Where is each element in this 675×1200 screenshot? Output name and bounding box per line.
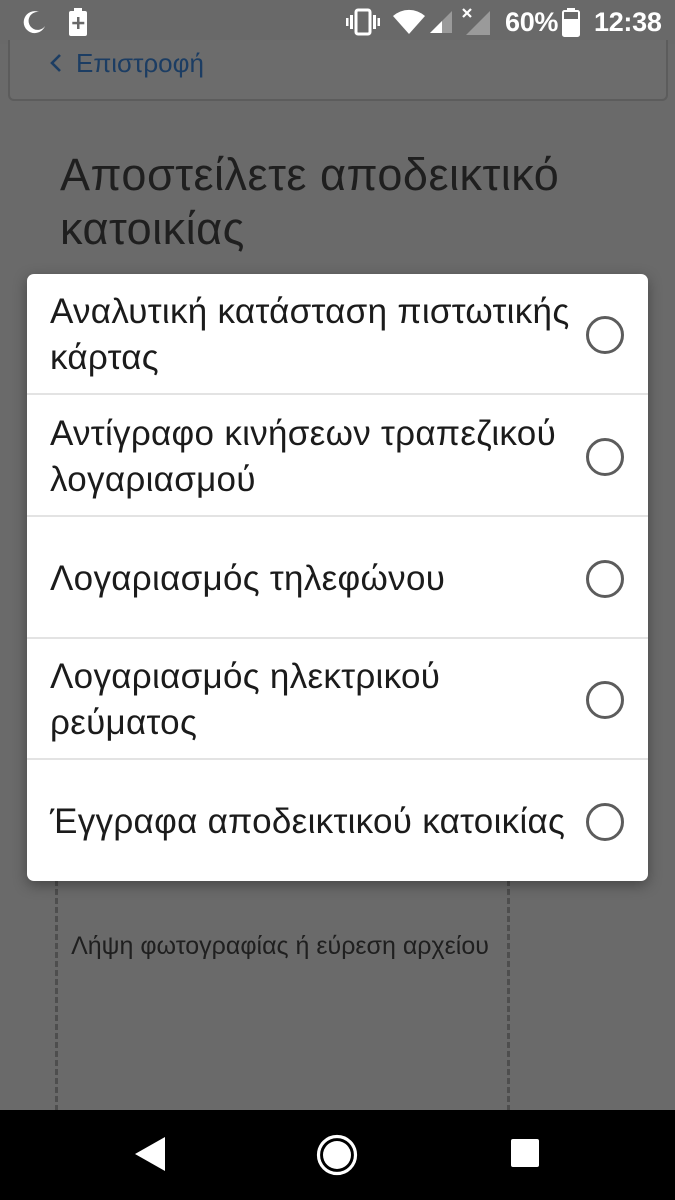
back-triangle-icon[interactable] [133, 1135, 167, 1178]
option-credit-card-statement[interactable]: Αναλυτική κατάσταση πιστωτικής κάρτας [27, 274, 648, 395]
vibrate-icon [346, 0, 380, 44]
document-type-dialog: Αναλυτική κατάσταση πιστωτικής κάρτας Αν… [27, 274, 648, 881]
status-time: 12:38 [594, 6, 662, 37]
upload-hint: Λήψη φωτογραφίας ή εύρεση αρχείου [71, 932, 489, 960]
radio-button[interactable] [586, 681, 624, 719]
back-link[interactable]: Επιστροφή [48, 46, 204, 80]
recents-square-icon[interactable] [510, 1138, 540, 1173]
option-label: Αναλυτική κατάσταση πιστωτικής κάρτας [50, 291, 570, 377]
chevron-left-icon [50, 54, 61, 72]
option-label: Λογαριασμός ηλεκτρικού ρεύματος [50, 656, 441, 742]
page-title: Αποστείλετε αποδεικτικό κατοικίας [60, 149, 560, 254]
battery-saver-icon [68, 0, 88, 44]
radio-button[interactable] [586, 803, 624, 841]
wifi-icon [392, 0, 426, 44]
option-label: Λογαριασμός τηλεφώνου [50, 558, 446, 598]
option-label: Αντίγραφο κινήσεων τραπεζικού λογαριασμο… [50, 413, 557, 499]
back-label: Επιστροφή [76, 47, 204, 78]
radio-button[interactable] [586, 438, 624, 476]
cell-signal-no-sim-icon [462, 0, 492, 44]
cell-signal-icon [428, 0, 454, 44]
battery-icon [562, 0, 580, 44]
radio-button[interactable] [586, 316, 624, 354]
top-bar: Επιστροφή [8, 40, 668, 101]
moon-icon [22, 0, 48, 44]
option-label: Έγγραφα αποδεικτικού κατοικίας [50, 801, 566, 841]
battery-percent: 60% [505, 6, 559, 37]
status-bar: 60% 12:38 [0, 0, 675, 44]
navigation-bar [0, 1110, 675, 1200]
upload-dropzone[interactable] [55, 880, 510, 1120]
option-electricity-bill[interactable]: Λογαριασμός ηλεκτρικού ρεύματος [27, 639, 648, 760]
option-phone-bill[interactable]: Λογαριασμός τηλεφώνου [27, 518, 648, 639]
option-bank-statement[interactable]: Αντίγραφο κινήσεων τραπεζικού λογαριασμο… [27, 396, 648, 517]
option-proof-of-address-documents[interactable]: Έγγραφα αποδεικτικού κατοικίας [27, 761, 648, 881]
home-circle-icon[interactable] [316, 1134, 358, 1181]
radio-button[interactable] [586, 560, 624, 598]
